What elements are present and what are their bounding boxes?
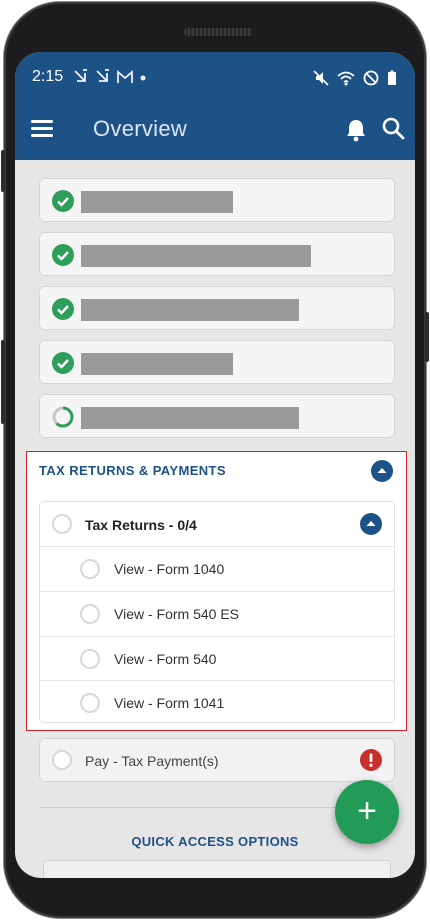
redacted-label [81,407,299,429]
tax-returns-payments-panel: TAX RETURNS & PAYMENTS Tax Returns - 0/4… [26,451,407,731]
checklist-item[interactable] [39,178,395,222]
payment-label: Pay - Tax Payment(s) [85,753,219,769]
earpiece-speaker [184,28,252,36]
do-not-disturb-icon [363,70,379,86]
notification-icons [73,68,147,87]
redacted-label [81,353,233,375]
checklist-item[interactable] [39,286,395,330]
exclamation-icon [360,749,382,771]
group-radio[interactable] [52,514,72,534]
volume-button [1,150,5,192]
item-label: View - Form 540 ES [114,606,240,622]
wifi-icon [337,71,355,86]
item-radio[interactable] [80,604,100,624]
quick-access-panel [43,860,391,878]
bell-icon[interactable] [345,118,367,147]
chevron-up-icon [360,513,382,535]
item-radio[interactable] [52,750,72,770]
redacted-label [81,191,233,213]
collapse-group-button[interactable] [360,513,382,540]
system-icons [313,70,397,86]
item-label: View - Form 1041 [114,695,225,711]
plus-icon: + [357,792,377,830]
screen: 2:15 Overview TAX RETURNS & PAYMENTS Tax… [15,52,415,878]
list-item[interactable]: View - Form 540 [40,636,394,680]
check-circle-icon [52,352,74,374]
redacted-label [81,299,299,321]
page-title: Overview [93,116,188,141]
list-item[interactable]: View - Form 540 ES [40,591,394,635]
item-label: View - Form 540 [114,651,217,667]
group-label: Tax Returns - 0/4 [85,517,197,533]
mute-icon [313,70,329,86]
tax-returns-group: Tax Returns - 0/4 View - Form 1040 View … [39,501,395,723]
check-circle-icon [52,244,74,266]
item-radio[interactable] [80,559,100,579]
item-label: View - Form 1040 [114,561,225,577]
status-bar: 2:15 [15,62,415,92]
battery-icon [388,70,396,85]
missed-call-icon [96,69,109,82]
list-item[interactable]: View - Form 1040 [40,546,394,590]
chevron-up-icon [371,460,393,482]
dot-icon [140,75,146,81]
check-circle-icon [52,298,74,320]
tax-payment-item[interactable]: Pay - Tax Payment(s) [39,738,395,782]
search-icon[interactable] [381,116,405,145]
add-fab-button[interactable]: + [335,780,399,844]
checklist-item[interactable] [39,394,395,438]
item-radio[interactable] [80,649,100,669]
status-time: 2:15 [32,68,64,85]
bixby-button [1,340,5,424]
check-circle-icon [52,190,74,212]
hamburger-menu-icon[interactable] [31,120,55,138]
power-button [425,312,429,362]
section-title: TAX RETURNS & PAYMENTS [39,463,226,478]
gmail-icon [116,70,133,83]
list-item[interactable]: View - Form 1041 [40,680,394,724]
item-radio[interactable] [80,693,100,713]
redacted-label [81,245,311,267]
checklist-item[interactable] [39,232,395,276]
app-bar: 2:15 Overview [15,52,415,160]
progress-ring-icon [52,406,74,428]
missed-call-icon [74,69,87,82]
checklist-item[interactable] [39,340,395,384]
collapse-section-button[interactable] [371,460,393,487]
overview-content: TAX RETURNS & PAYMENTS Tax Returns - 0/4… [15,160,415,878]
group-header-row[interactable]: Tax Returns - 0/4 [40,502,394,546]
